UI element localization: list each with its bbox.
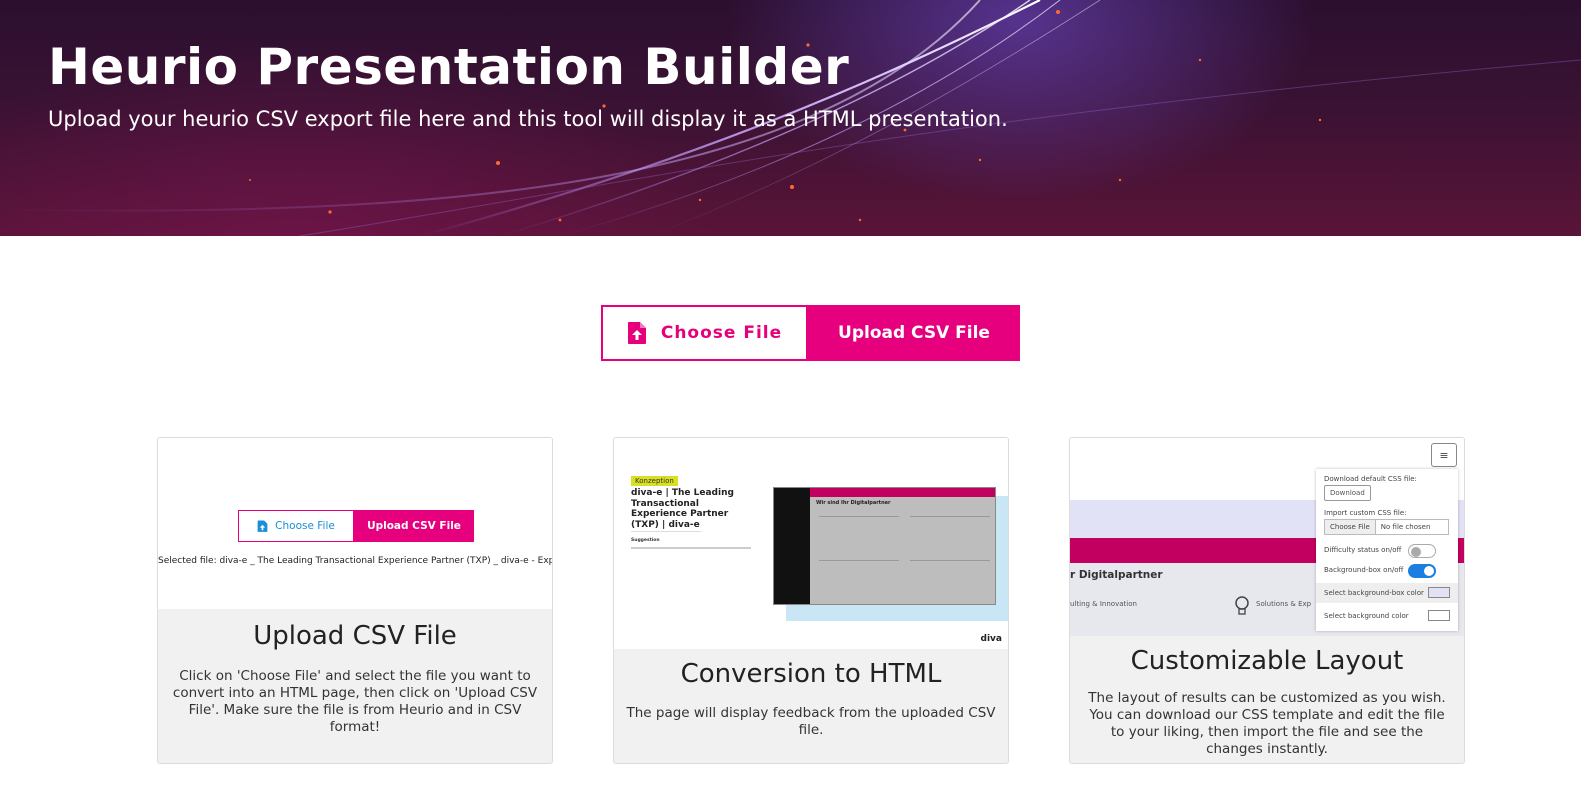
preview-suggestion-label: Suggestion <box>631 538 660 543</box>
bgbox-toggle-label: Background-box on/off <box>1324 566 1404 574</box>
bgbox-color-label: Select background-box color <box>1324 589 1424 597</box>
preview-tag: Konzeption <box>631 476 678 486</box>
card-preview-image: Choose File Upload CSV File Selected fil… <box>158 438 552 609</box>
preview-slide-heading: Wir sind Ihr Digitalpartner <box>816 500 891 506</box>
preview-choose-file-button: Choose File <box>238 510 354 542</box>
page-title: Heurio Presentation Builder <box>48 38 850 96</box>
choose-file-label: Choose File <box>660 323 783 343</box>
preview-logo: diva <box>980 634 1002 644</box>
preview-no-file: No file chosen <box>1380 523 1431 531</box>
bgbox-color-swatch <box>1428 587 1450 598</box>
preview-settings-panel: Download default CSS file: Download Impo… <box>1316 469 1458 631</box>
file-upload-icon <box>257 520 268 532</box>
file-upload-icon <box>627 322 646 344</box>
difficulty-toggle <box>1408 544 1436 558</box>
preview-upload-form: Choose File Upload CSV File <box>238 510 474 542</box>
preview-subheading-1: ulting & Innovation <box>1070 600 1137 608</box>
bgbox-toggle <box>1408 564 1436 578</box>
import-css-label: Import custom CSS file: <box>1324 509 1407 517</box>
preview-file-input: Choose File No file chosen <box>1324 519 1449 535</box>
card-title: Customizable Layout <box>1130 646 1404 676</box>
card-description: The layout of results can be customized … <box>1088 690 1446 757</box>
preview-choose-label: Choose File <box>275 520 335 532</box>
preview-screenshot: Wir sind Ihr Digitalpartner <box>773 487 996 605</box>
menu-icon: ≡ <box>1431 443 1457 467</box>
preview-doc-meta: Suggestion <box>631 524 761 549</box>
preview-download-button: Download <box>1324 485 1371 501</box>
card-preview-image: r Digitalpartner ulting & Innovation Sol… <box>1070 438 1464 636</box>
lightbulb-icon <box>1235 596 1249 615</box>
page-subtitle: Upload your heurio CSV export file here … <box>48 107 1008 131</box>
bg-color-label: Select background color <box>1324 612 1409 620</box>
download-css-label: Download default CSS file: <box>1324 475 1417 483</box>
card-title: Upload CSV File <box>253 621 457 651</box>
upload-form: Choose File Upload CSV File <box>601 305 1020 361</box>
preview-heading: r Digitalpartner <box>1070 569 1163 581</box>
difficulty-toggle-label: Difficulty status on/off <box>1324 546 1402 554</box>
preview-upload-button: Upload CSV File <box>354 510 474 542</box>
card-title: Conversion to HTML <box>680 659 942 689</box>
choose-file-button[interactable]: Choose File <box>601 305 808 361</box>
upload-csv-button[interactable]: Upload CSV File <box>808 305 1020 361</box>
preview-subheading-2: Solutions & Exp <box>1256 600 1312 608</box>
feature-card-customizable: r Digitalpartner ulting & Innovation Sol… <box>1069 437 1465 764</box>
preview-selected-file: Selected file: diva-e _ The Leading Tran… <box>158 556 552 566</box>
feature-card-conversion: Konzeption diva-e | The Leading Transact… <box>613 437 1009 764</box>
card-description: The page will display feedback from the … <box>626 705 996 738</box>
feature-card-upload: Choose File Upload CSV File Selected fil… <box>157 437 553 764</box>
hero-banner: Heurio Presentation Builder Upload your … <box>0 0 1581 236</box>
bg-color-swatch <box>1428 610 1450 621</box>
preview-choose-file: Choose File <box>1325 520 1376 534</box>
card-description: Click on 'Choose File' and select the fi… <box>172 668 538 735</box>
card-preview-image: Konzeption diva-e | The Leading Transact… <box>614 438 1008 649</box>
